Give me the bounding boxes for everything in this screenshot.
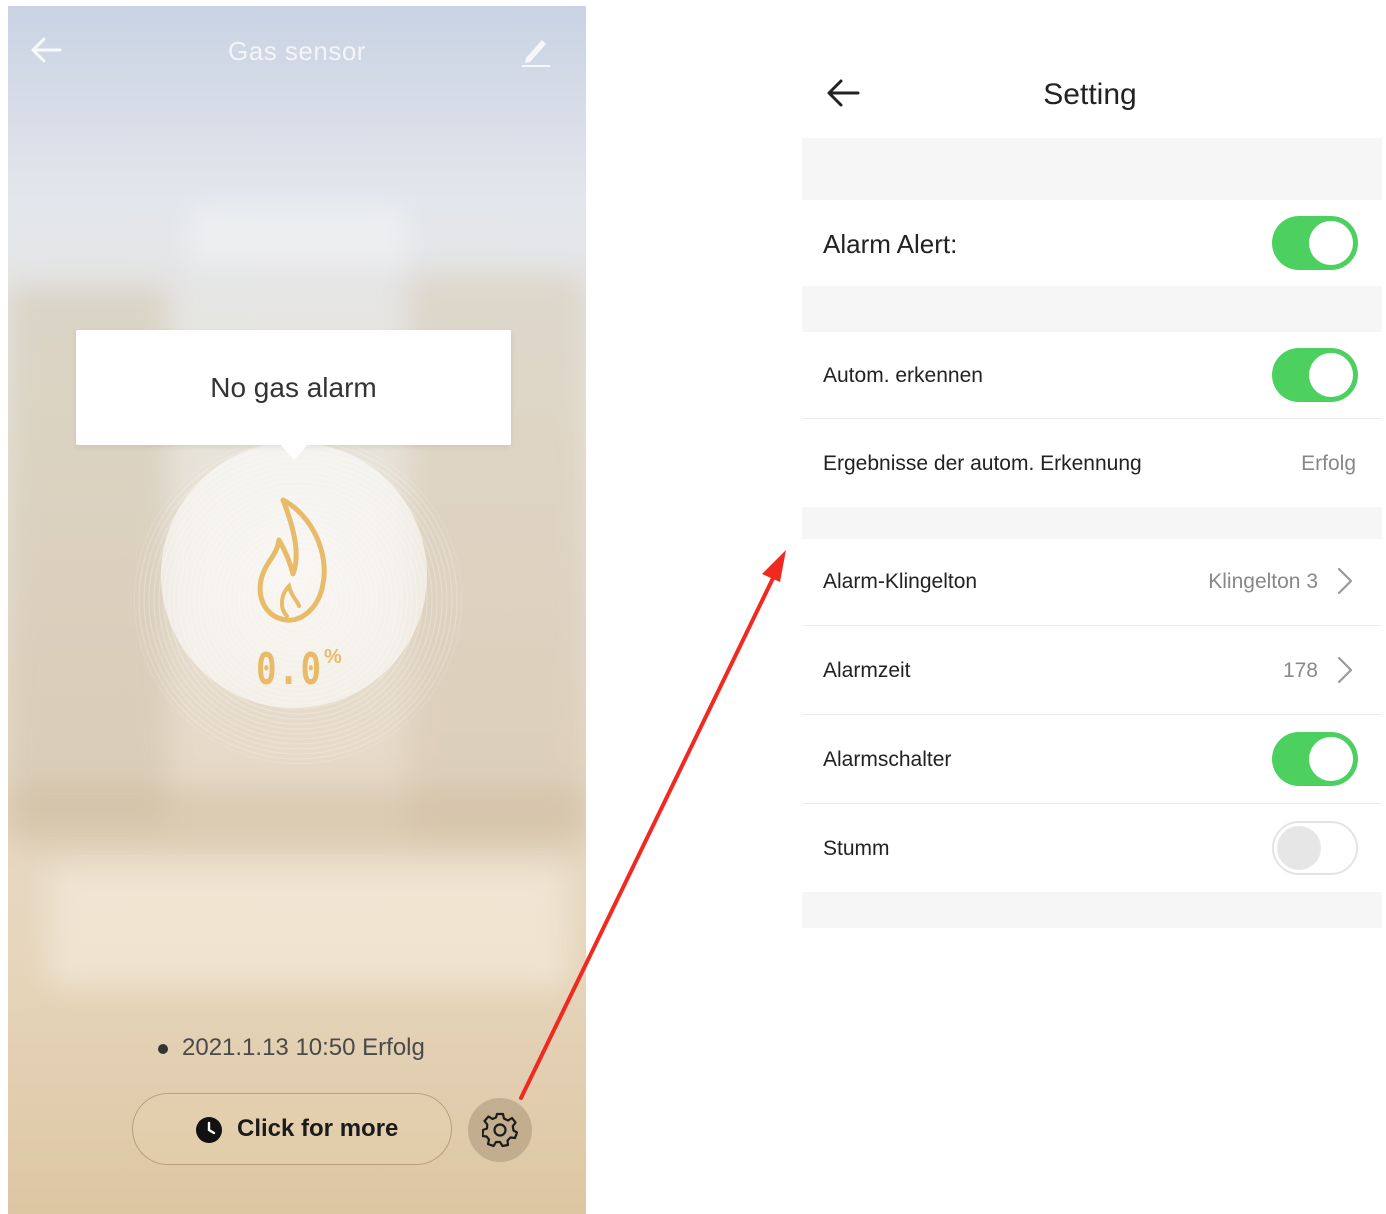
section-gap — [802, 286, 1382, 332]
alarm-alert-row: Alarm Alert: — [802, 200, 1382, 286]
alarm-time-label: Alarmzeit — [823, 659, 911, 682]
click-for-more-label: Click for more — [237, 1115, 399, 1142]
chevron-right-icon — [1337, 567, 1353, 595]
auto-detect-label: Autom. erkennen — [823, 364, 983, 387]
alarm-ringtone-value: Klingelton 3 — [1208, 570, 1318, 593]
chevron-right-icon — [1337, 656, 1353, 684]
section-gap — [802, 507, 1382, 539]
edit-pencil-icon[interactable] — [520, 34, 552, 68]
settings-button[interactable] — [468, 1098, 532, 1162]
toggle-knob — [1309, 353, 1353, 397]
auto-detect-result-label: Ergebnisse der autom. Erkennung — [823, 452, 1142, 475]
alarm-switch-label: Alarmschalter — [823, 748, 952, 771]
alarm-time-row[interactable]: Alarmzeit 178 — [802, 626, 1382, 714]
gas-unit: % — [324, 646, 342, 668]
gas-sensor-screen: Gas sensor 0.0 % No gas alarm 2021.1.13 … — [8, 6, 586, 1214]
alarm-switch-toggle[interactable] — [1272, 732, 1358, 786]
mute-row: Stumm — [802, 804, 1382, 892]
alarm-alert-label: Alarm Alert: — [823, 229, 958, 259]
alarm-time-value: 178 — [1282, 659, 1318, 682]
section-gap — [802, 892, 1382, 928]
clock-icon — [196, 1117, 222, 1143]
background-blur — [8, 786, 586, 846]
mute-label: Stumm — [823, 837, 890, 860]
last-update-timestamp: 2021.1.13 10:50 Erfolg — [182, 1034, 425, 1061]
page-title: Gas sensor — [228, 36, 366, 66]
click-for-more-button[interactable]: Click for more — [132, 1093, 452, 1165]
alarm-ringtone-row[interactable]: Alarm-Klingelton Klingelton 3 — [802, 539, 1382, 625]
toggle-knob — [1309, 737, 1353, 781]
auto-detect-row: Autom. erkennen — [802, 332, 1382, 418]
auto-detect-result-row: Ergebnisse der autom. Erkennung Erfolg — [802, 419, 1382, 507]
status-message: No gas alarm — [210, 372, 377, 403]
status-dot — [158, 1044, 168, 1054]
mute-toggle[interactable] — [1272, 821, 1358, 875]
section-gap — [802, 138, 1382, 200]
background-blur — [48, 866, 568, 986]
status-card-pointer — [280, 444, 308, 460]
top-bar: Gas sensor — [8, 24, 586, 74]
alarm-switch-row: Alarmschalter — [802, 715, 1382, 803]
auto-detect-result-value: Erfolg — [1301, 452, 1356, 475]
background-blur — [188, 206, 408, 266]
toggle-knob — [1277, 826, 1321, 870]
settings-screen: Setting Alarm Alert: Autom. erkennen Erg… — [802, 40, 1382, 940]
gear-icon — [482, 1112, 518, 1148]
gas-concentration-value: 0.0 — [256, 644, 323, 695]
page-title: Setting — [1043, 78, 1137, 111]
toggle-knob — [1309, 221, 1353, 265]
auto-detect-toggle[interactable] — [1272, 348, 1358, 402]
status-card: No gas alarm — [76, 330, 511, 445]
alarm-alert-toggle[interactable] — [1272, 216, 1358, 270]
alarm-ringtone-label: Alarm-Klingelton — [823, 570, 978, 593]
flame-icon — [257, 497, 327, 623]
